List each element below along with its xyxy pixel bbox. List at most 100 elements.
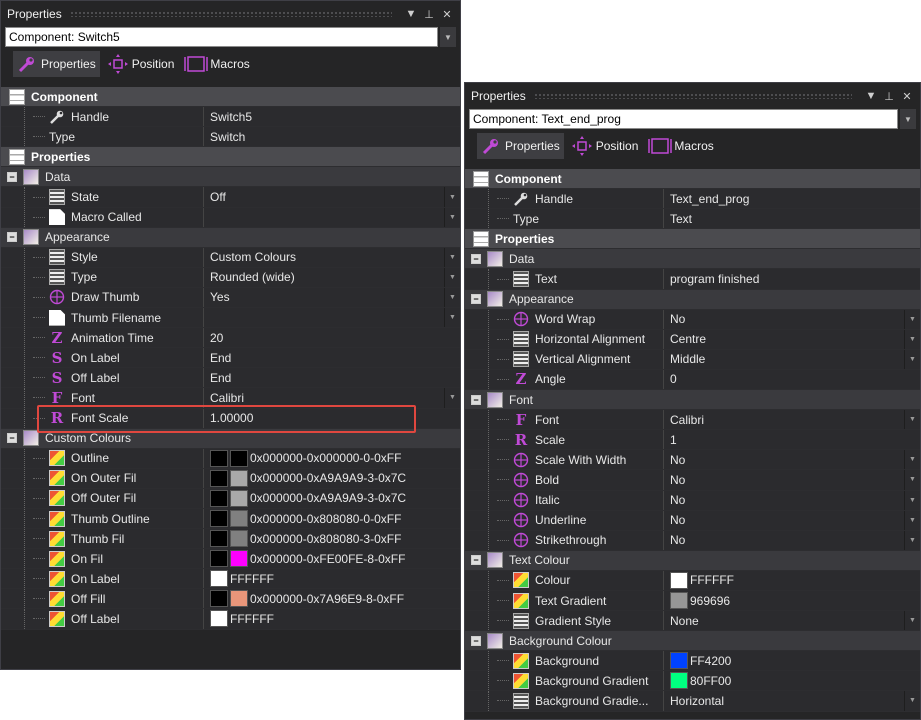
- section-header[interactable]: Component: [1, 87, 460, 108]
- property-value[interactable]: Horizontal: [663, 691, 904, 711]
- chevron-down-icon[interactable]: ▼: [904, 470, 920, 490]
- color-swatch[interactable]: [670, 652, 688, 670]
- property-row[interactable]: Off Outer Fil 0x000000-0xA9A9A9-3-0x7C: [1, 488, 460, 509]
- property-row[interactable]: Gradient Style None ▼: [465, 611, 920, 632]
- property-row[interactable]: Type Rounded (wide) ▼: [1, 267, 460, 288]
- property-row[interactable]: Handle Switch5: [1, 107, 460, 128]
- property-value[interactable]: Yes: [203, 287, 444, 308]
- collapse-icon[interactable]: −: [471, 253, 481, 264]
- color-swatch[interactable]: [230, 530, 248, 548]
- category-row[interactable]: − Text Colour: [465, 550, 920, 571]
- chevron-down-icon[interactable]: ▼: [444, 267, 460, 287]
- color-swatch[interactable]: [230, 550, 248, 568]
- component-select-value[interactable]: Component: Switch5: [5, 27, 438, 47]
- property-row[interactable]: Macro Called ▼: [1, 207, 460, 228]
- property-row[interactable]: Z Angle 0: [465, 369, 920, 391]
- property-value[interactable]: program finished: [663, 269, 904, 289]
- property-row[interactable]: Underline No ▼: [465, 510, 920, 531]
- chevron-down-icon[interactable]: ▼: [444, 308, 460, 328]
- property-value[interactable]: Middle: [663, 349, 904, 369]
- property-value[interactable]: 1: [663, 430, 904, 450]
- color-swatch[interactable]: [670, 571, 688, 589]
- property-row[interactable]: Handle Text_end_prog: [465, 189, 920, 210]
- color-swatch[interactable]: [210, 530, 228, 548]
- tab-position[interactable]: Position: [104, 51, 179, 77]
- color-swatch[interactable]: [210, 510, 228, 528]
- property-value[interactable]: Calibri: [663, 410, 904, 430]
- property-value[interactable]: [203, 207, 444, 227]
- component-select[interactable]: Component: Switch5 ▼: [5, 27, 456, 47]
- property-value[interactable]: Custom Colours: [203, 247, 444, 267]
- property-value[interactable]: End: [203, 368, 444, 388]
- chevron-down-icon[interactable]: ▼: [904, 530, 920, 550]
- chevron-down-icon[interactable]: ▼: [904, 329, 920, 349]
- chevron-down-icon[interactable]: ▼: [440, 27, 456, 47]
- property-value[interactable]: FFFFFF: [203, 569, 444, 589]
- property-value[interactable]: Switch5: [203, 107, 444, 127]
- chevron-down-icon[interactable]: ▼: [904, 611, 920, 631]
- close-icon[interactable]: ✕: [440, 8, 454, 21]
- property-row[interactable]: S Off Label End: [1, 368, 460, 389]
- drag-grip[interactable]: [533, 93, 852, 99]
- property-value[interactable]: 80FF00: [663, 671, 904, 691]
- property-value[interactable]: Rounded (wide): [203, 267, 444, 287]
- property-row[interactable]: Background Gradie... Horizontal ▼: [465, 691, 920, 712]
- property-row[interactable]: Vertical Alignment Middle ▼: [465, 349, 920, 370]
- chevron-down-icon[interactable]: ▼: [444, 187, 460, 207]
- property-value[interactable]: No: [663, 309, 904, 329]
- property-value[interactable]: No: [663, 510, 904, 530]
- dropdown-icon[interactable]: ▼: [404, 8, 418, 20]
- property-row[interactable]: Style Custom Colours ▼: [1, 247, 460, 268]
- pin-icon[interactable]: ⊥: [422, 8, 436, 21]
- color-swatch[interactable]: [230, 590, 248, 608]
- chevron-down-icon[interactable]: ▼: [444, 287, 460, 308]
- color-swatch[interactable]: [670, 592, 688, 610]
- property-row[interactable]: Background Gradient 80FF00: [465, 671, 920, 692]
- category-row[interactable]: − Appearance: [1, 227, 460, 248]
- drag-grip[interactable]: [69, 11, 392, 17]
- property-value[interactable]: No: [663, 530, 904, 550]
- category-row[interactable]: − Appearance: [465, 289, 920, 310]
- property-row[interactable]: Thumb Fil 0x000000-0x808080-3-0xFF: [1, 529, 460, 550]
- property-row[interactable]: Type Text: [465, 209, 920, 230]
- color-swatch[interactable]: [230, 510, 248, 528]
- color-swatch[interactable]: [210, 570, 228, 588]
- color-swatch[interactable]: [670, 672, 688, 690]
- chevron-down-icon[interactable]: ▼: [904, 349, 920, 369]
- property-row[interactable]: Strikethrough No ▼: [465, 530, 920, 551]
- color-swatch[interactable]: [210, 469, 228, 487]
- tab-macros[interactable]: Macros: [646, 133, 717, 159]
- property-row[interactable]: Off Fill 0x000000-0x7A96E9-8-0xFF: [1, 589, 460, 610]
- color-swatch[interactable]: [210, 550, 228, 568]
- color-swatch[interactable]: [210, 489, 228, 507]
- property-value[interactable]: End: [203, 348, 444, 368]
- property-row[interactable]: Scale With Width No ▼: [465, 450, 920, 471]
- chevron-down-icon[interactable]: ▼: [904, 510, 920, 530]
- dropdown-icon[interactable]: ▼: [864, 90, 878, 102]
- collapse-icon[interactable]: −: [471, 555, 481, 566]
- category-row[interactable]: − Font: [465, 390, 920, 411]
- chevron-down-icon[interactable]: ▼: [904, 309, 920, 329]
- property-row[interactable]: Draw Thumb Yes ▼: [1, 287, 460, 309]
- property-value[interactable]: None: [663, 611, 904, 631]
- section-header[interactable]: Properties: [465, 229, 920, 250]
- property-row[interactable]: Bold No ▼: [465, 470, 920, 491]
- property-row[interactable]: Z Animation Time 20: [1, 328, 460, 349]
- chevron-down-icon[interactable]: ▼: [904, 490, 920, 510]
- property-value[interactable]: 0x000000-0x808080-0-0xFF: [203, 508, 444, 529]
- property-value[interactable]: 0x000000-0x000000-0-0xFF: [203, 448, 444, 468]
- property-value[interactable]: 0: [663, 369, 904, 390]
- property-row[interactable]: Text Gradient 969696: [465, 590, 920, 612]
- property-row[interactable]: Colour FFFFFF: [465, 570, 920, 591]
- chevron-down-icon[interactable]: ▼: [900, 109, 916, 129]
- property-row[interactable]: Italic No ▼: [465, 490, 920, 511]
- collapse-icon[interactable]: −: [7, 433, 17, 444]
- chevron-down-icon[interactable]: ▼: [444, 207, 460, 227]
- property-row[interactable]: Thumb Outline 0x000000-0x808080-0-0xFF: [1, 508, 460, 530]
- collapse-icon[interactable]: −: [7, 171, 17, 182]
- property-value[interactable]: 0x000000-0x808080-3-0xFF: [203, 529, 444, 549]
- collapse-icon[interactable]: −: [471, 635, 481, 646]
- tab-macros[interactable]: Macros: [182, 51, 253, 77]
- chevron-down-icon[interactable]: ▼: [444, 388, 460, 408]
- pin-icon[interactable]: ⊥: [882, 90, 896, 103]
